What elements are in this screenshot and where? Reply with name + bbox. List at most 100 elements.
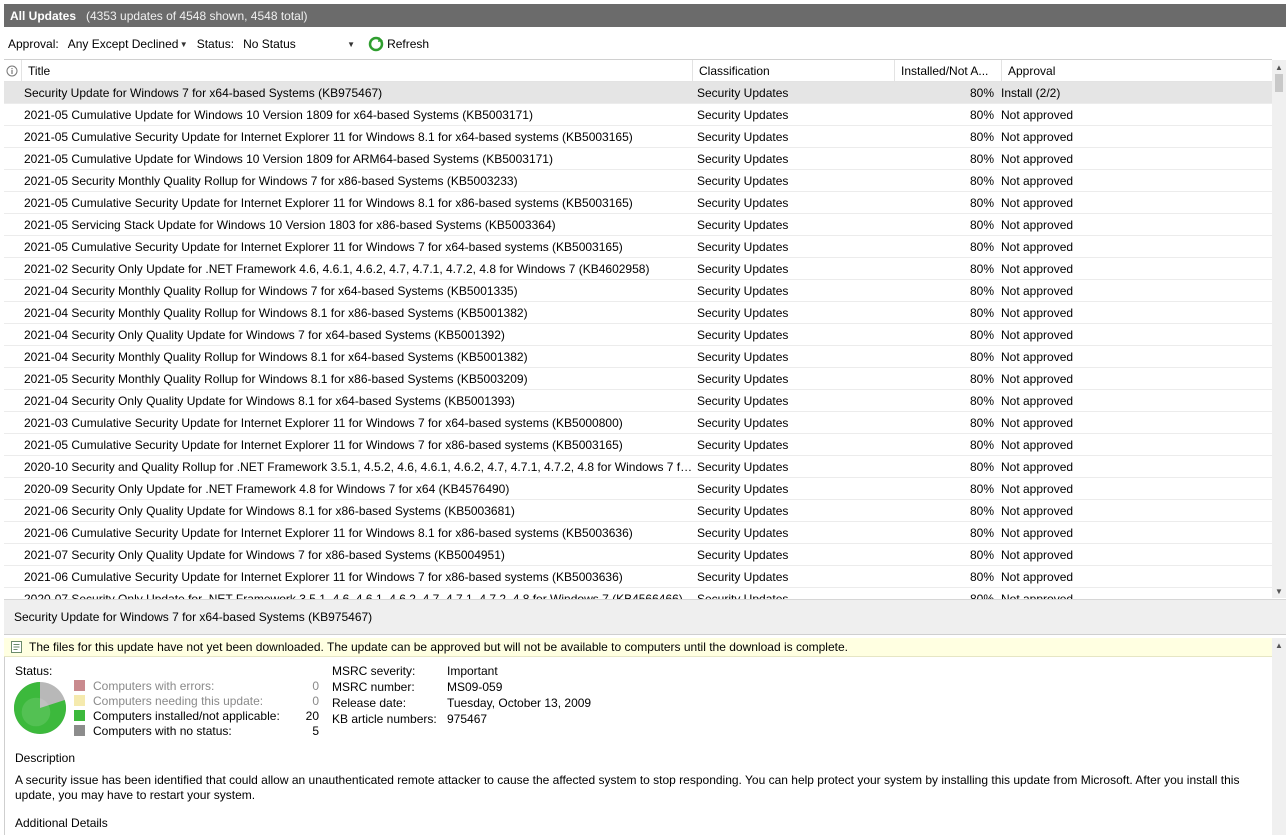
row-classification: Security Updates xyxy=(697,569,789,584)
scroll-thumb[interactable] xyxy=(1275,74,1283,92)
row-title: 2020-07 Security Only Update for .NET Fr… xyxy=(24,591,683,600)
refresh-button[interactable]: Refresh xyxy=(368,36,429,52)
table-row[interactable]: 2021-06 Security Only Quality Update for… xyxy=(4,500,1272,522)
legend-label[interactable]: Computers installed/not applicable: xyxy=(93,709,289,723)
row-title: 2020-09 Security Only Update for .NET Fr… xyxy=(24,481,510,496)
row-classification: Security Updates xyxy=(697,129,789,144)
row-title: 2021-05 Servicing Stack Update for Windo… xyxy=(24,217,556,232)
table-row[interactable]: Security Update for Windows 7 for x64-ba… xyxy=(4,82,1272,104)
row-installed-percent: 80% xyxy=(969,239,994,254)
status-dropdown-value: No Status xyxy=(243,37,296,51)
table-row[interactable]: 2021-06 Cumulative Security Update for I… xyxy=(4,522,1272,544)
table-row[interactable]: 2021-07 Security Only Quality Update for… xyxy=(4,544,1272,566)
row-installed-percent: 80% xyxy=(969,371,994,386)
row-installed-percent: 80% xyxy=(969,173,994,188)
row-classification: Security Updates xyxy=(697,415,789,430)
row-title: 2021-05 Cumulative Update for Windows 10… xyxy=(24,151,553,166)
scroll-up-icon[interactable]: ▲ xyxy=(1272,638,1286,652)
table-row[interactable]: 2021-05 Cumulative Security Update for I… xyxy=(4,192,1272,214)
table-row[interactable]: 2021-06 Cumulative Security Update for I… xyxy=(4,566,1272,588)
download-notice: The files for this update have not yet b… xyxy=(4,638,1272,657)
legend-item: Computers with errors: 0 xyxy=(74,678,319,693)
column-header-approval[interactable]: Approval xyxy=(1002,60,1270,82)
table-row[interactable]: 2020-09 Security Only Update for .NET Fr… xyxy=(4,478,1272,500)
row-approval: Not approved xyxy=(1001,393,1074,408)
row-installed-percent: 80% xyxy=(969,305,994,320)
info-value: Tuesday, October 13, 2009 xyxy=(447,696,592,710)
row-installed-percent: 80% xyxy=(969,437,994,452)
row-classification: Security Updates xyxy=(697,371,789,386)
row-title: 2021-06 Cumulative Security Update for I… xyxy=(24,569,623,584)
row-approval: Not approved xyxy=(1001,195,1074,210)
table-row[interactable]: 2021-03 Cumulative Security Update for I… xyxy=(4,412,1272,434)
column-header-classification[interactable]: Classification xyxy=(693,60,895,82)
row-title: 2021-03 Cumulative Security Update for I… xyxy=(24,415,623,430)
details-scrollbar[interactable]: ▲ xyxy=(1272,638,1286,835)
table-row[interactable]: 2021-04 Security Monthly Quality Rollup … xyxy=(4,280,1272,302)
legend-item: Computers installed/not applicable: 20 xyxy=(74,708,319,723)
legend-swatch xyxy=(74,710,85,721)
row-installed-percent: 80% xyxy=(969,85,994,100)
table-row[interactable]: 2021-04 Security Only Quality Update for… xyxy=(4,390,1272,412)
table-row[interactable]: 2021-05 Cumulative Update for Windows 10… xyxy=(4,148,1272,170)
table-row[interactable]: 2020-10 Security and Quality Rollup for … xyxy=(4,456,1272,478)
legend-label[interactable]: Computers with errors: xyxy=(93,679,289,693)
row-classification: Security Updates xyxy=(697,151,789,166)
row-installed-percent: 80% xyxy=(969,195,994,210)
scroll-down-icon[interactable]: ▼ xyxy=(1272,584,1286,598)
pane-title-bar: All Updates (4353 updates of 4548 shown,… xyxy=(4,4,1286,27)
row-installed-percent: 80% xyxy=(969,459,994,474)
approval-dropdown-value: Any Except Declined xyxy=(67,37,179,51)
grid-scrollbar[interactable]: ▲ ▼ xyxy=(1272,60,1286,598)
info-key: MSRC severity: xyxy=(332,664,416,678)
table-row[interactable]: 2021-05 Cumulative Security Update for I… xyxy=(4,236,1272,258)
row-approval: Not approved xyxy=(1001,107,1074,122)
scroll-up-icon[interactable]: ▲ xyxy=(1272,60,1286,74)
row-classification: Security Updates xyxy=(697,173,789,188)
row-approval: Not approved xyxy=(1001,437,1074,452)
row-classification: Security Updates xyxy=(697,503,789,518)
row-title: 2021-05 Cumulative Security Update for I… xyxy=(24,437,623,452)
table-row[interactable]: 2020-07 Security Only Update for .NET Fr… xyxy=(4,588,1272,600)
filter-toolbar: Approval: Any Except Declined ▼ Status: … xyxy=(4,31,1286,57)
column-header-installed[interactable]: Installed/Not A... xyxy=(895,60,1002,82)
row-title: 2021-05 Cumulative Security Update for I… xyxy=(24,195,633,210)
info-key: MSRC number: xyxy=(332,680,415,694)
row-installed-percent: 80% xyxy=(969,129,994,144)
table-row[interactable]: 2021-05 Cumulative Update for Windows 10… xyxy=(4,104,1272,126)
row-approval: Not approved xyxy=(1001,349,1074,364)
table-row[interactable]: 2021-05 Cumulative Security Update for I… xyxy=(4,434,1272,456)
row-title: 2021-04 Security Monthly Quality Rollup … xyxy=(24,283,518,298)
status-dropdown[interactable]: No Status ▼ xyxy=(238,34,361,54)
table-row[interactable]: 2021-04 Security Only Quality Update for… xyxy=(4,324,1272,346)
row-approval: Not approved xyxy=(1001,525,1074,540)
legend-label[interactable]: Computers with no status: xyxy=(93,724,289,738)
legend-swatch xyxy=(74,725,85,736)
legend-label[interactable]: Computers needing this update: xyxy=(93,694,289,708)
row-title: 2021-06 Security Only Quality Update for… xyxy=(24,503,515,518)
legend-swatch xyxy=(74,695,85,706)
approval-dropdown[interactable]: Any Except Declined ▼ xyxy=(62,34,193,54)
info-row: Release date: Tuesday, October 13, 2009 xyxy=(332,695,591,711)
additional-details-heading[interactable]: Additional Details xyxy=(15,816,108,830)
row-classification: Security Updates xyxy=(697,195,789,210)
column-header-title[interactable]: Title xyxy=(22,60,693,82)
row-title: 2021-05 Cumulative Security Update for I… xyxy=(24,239,623,254)
info-column-header[interactable] xyxy=(4,60,22,82)
table-row[interactable]: 2021-05 Cumulative Security Update for I… xyxy=(4,126,1272,148)
pie-highlight xyxy=(21,697,51,727)
row-title: 2021-07 Security Only Quality Update for… xyxy=(24,547,505,562)
table-row[interactable]: 2021-05 Servicing Stack Update for Windo… xyxy=(4,214,1272,236)
table-row[interactable]: 2021-04 Security Monthly Quality Rollup … xyxy=(4,346,1272,368)
row-title: 2021-04 Security Monthly Quality Rollup … xyxy=(24,349,528,364)
row-classification: Security Updates xyxy=(697,327,789,342)
table-row[interactable]: 2021-02 Security Only Update for .NET Fr… xyxy=(4,258,1272,280)
row-title: 2021-02 Security Only Update for .NET Fr… xyxy=(24,261,650,276)
row-title: 2020-10 Security and Quality Rollup for … xyxy=(24,459,693,474)
status-pie-chart xyxy=(13,682,67,734)
row-installed-percent: 80% xyxy=(969,481,994,496)
table-row[interactable]: 2021-05 Security Monthly Quality Rollup … xyxy=(4,170,1272,192)
row-classification: Security Updates xyxy=(697,305,789,320)
table-row[interactable]: 2021-05 Security Monthly Quality Rollup … xyxy=(4,368,1272,390)
table-row[interactable]: 2021-04 Security Monthly Quality Rollup … xyxy=(4,302,1272,324)
